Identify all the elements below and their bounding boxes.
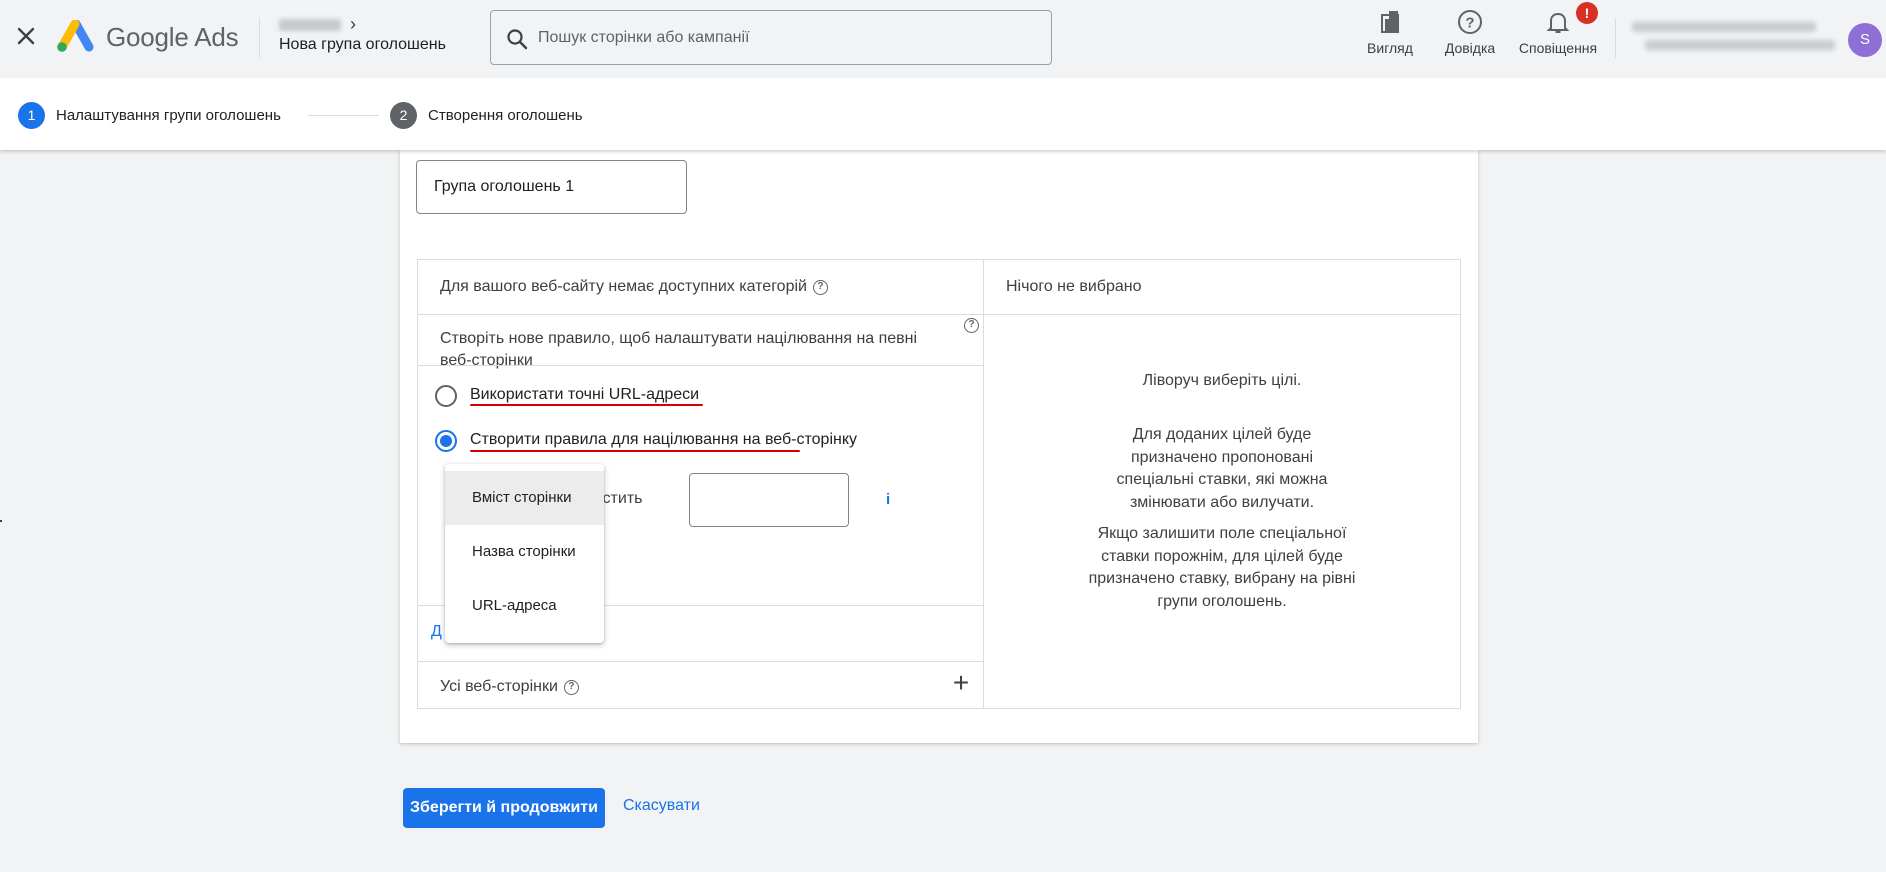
add-all-pages-button[interactable]: + [946,668,976,698]
search-box[interactable] [490,10,1052,65]
categories-header: Для вашого веб-сайту немає доступних кат… [418,260,983,315]
selected-targets-header: Нічого не вибрано [984,260,1460,315]
chevron-right-icon: › [350,14,356,34]
help-label: Довідка [1444,40,1496,56]
add-rule-link[interactable]: Д [431,623,442,641]
notifications-button[interactable]: ! Сповіщення [1517,2,1599,68]
save-continue-button[interactable]: Зберегти й продовжити [403,788,605,828]
annotation-underline [470,404,703,406]
rule-type-dropdown-menu: Вміст сторінки Назва сторінки URL-адреса [445,464,604,643]
step-connector [308,115,379,116]
bell-icon: ! [1544,2,1598,36]
page-rules-label[interactable]: Створити правила для націлювання на веб-… [470,431,857,449]
ad-group-name-input[interactable] [416,160,687,214]
top-app-bar: Google Ads › Нова група оголошень Вигляд… [0,0,1886,78]
account-email-redacted [1645,40,1835,50]
categories-header-text: Для вашого веб-сайту немає доступних кат… [440,278,807,295]
menu-item-page-title[interactable]: Назва сторінки [445,525,604,579]
appearance-label: Вигляд [1367,40,1413,56]
edge-mark [0,520,2,522]
exact-urls-radio[interactable] [435,385,457,407]
step-2-label[interactable]: Створення оголошень [428,107,583,124]
exact-urls-label[interactable]: Використати точні URL-адреси [470,386,699,404]
all-pages-label: Усі веб-сторінки [440,678,558,695]
help-icon: ? [1456,8,1484,36]
ad-group-settings-card: Для вашого веб-сайту немає доступних кат… [400,150,1478,743]
info-link[interactable]: i [886,491,890,508]
selected-targets-header-text: Нічого не вибрано [1006,278,1142,295]
menu-item-page-content[interactable]: Вміст сторінки [445,471,604,525]
divider [418,661,983,662]
rule-value-input[interactable] [689,473,849,527]
svg-text:?: ? [1465,15,1474,32]
page-rules-radio[interactable] [435,430,457,452]
help-button[interactable]: ? Довідка [1440,8,1500,68]
appearance-button[interactable]: Вигляд [1360,8,1420,68]
breadcrumb-account-redacted [279,19,341,31]
divider [259,18,260,58]
empty-state-message-2: Для доданих цілей буде призначено пропон… [1116,426,1328,511]
close-icon[interactable] [12,22,40,50]
step-2-number[interactable]: 2 [390,102,417,129]
help-icon[interactable]: ? [563,680,579,695]
notification-badge: ! [1576,2,1598,24]
step-1-label[interactable]: Налаштування групи оголошень [56,107,281,124]
cancel-button[interactable]: Скасувати [623,797,700,815]
appearance-icon [1376,8,1404,36]
google-ads-logo-icon [56,19,94,54]
divider [418,708,983,709]
annotation-underline [470,450,800,452]
account-name-redacted [1632,22,1816,32]
stepper: 1 Налаштування групи оголошень 2 Створен… [0,78,1886,150]
page-title: Нова група оголошень [279,36,446,53]
help-icon[interactable]: ? [812,280,828,295]
menu-item-url[interactable]: URL-адреса [445,579,604,633]
notifications-label: Сповіщення [1518,40,1598,56]
product-name: Google Ads [106,22,239,52]
empty-state-message-3: Якщо залишити поле спеціальної ставки по… [1088,525,1356,610]
search-icon [505,27,529,51]
help-icon[interactable]: ? [964,318,979,333]
empty-state-message-1: Ліворуч виберіть цілі. [1142,372,1302,389]
avatar[interactable]: S [1848,23,1882,57]
divider [1615,18,1616,58]
step-1-number[interactable]: 1 [18,102,45,129]
divider [418,365,983,366]
search-input[interactable] [538,11,1038,64]
